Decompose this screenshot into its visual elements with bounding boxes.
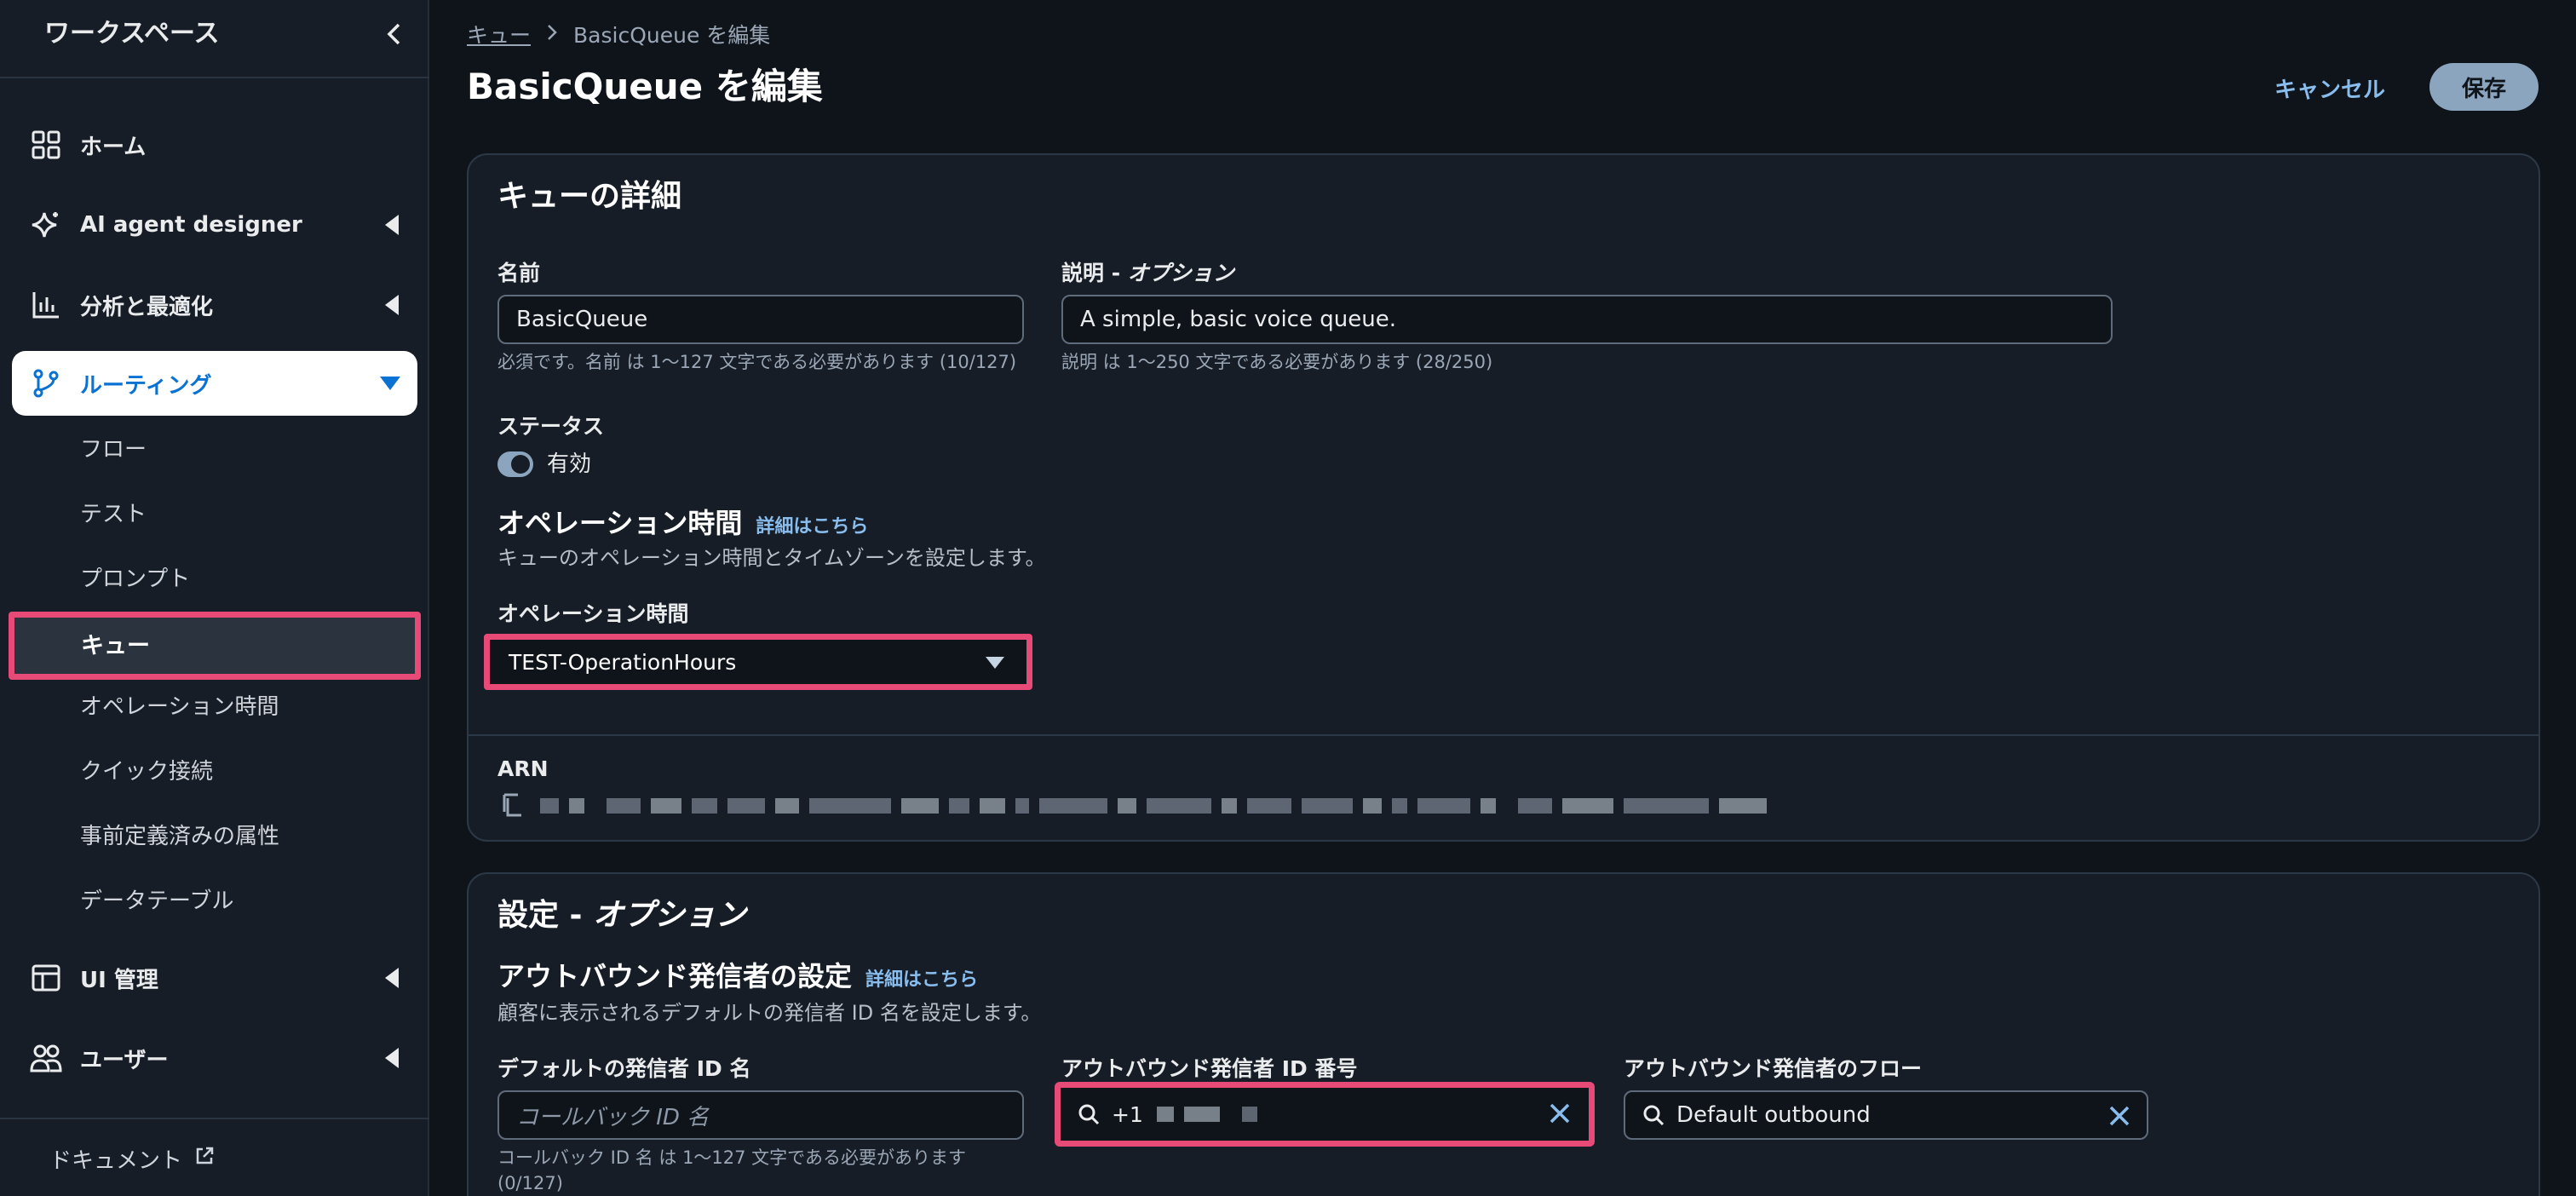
breadcrumb-queues-link[interactable]: キュー <box>467 19 531 49</box>
sparkle-icon <box>29 208 63 242</box>
chevron-right-icon <box>546 22 558 47</box>
settings-heading: 設定 - オプション <box>497 898 747 933</box>
cancel-button[interactable]: キャンセル <box>2266 66 2394 109</box>
sidebar-item-label: ユーザー <box>80 1047 169 1073</box>
chevron-left-icon <box>387 23 400 45</box>
clear-icon[interactable] <box>2107 1104 2131 1134</box>
caret-left-icon <box>385 968 399 988</box>
sidebar-item-label: ホーム <box>80 134 147 160</box>
documentation-link[interactable]: ドキュメント <box>49 1141 215 1176</box>
grid-icon <box>29 128 63 162</box>
caller-number-input[interactable]: +1 <box>1055 1082 1595 1147</box>
outbound-description: 顧客に表示されるデフォルトの発信者 ID 名を設定します。 <box>497 1001 1042 1025</box>
name-input[interactable]: BasicQueue <box>497 295 1024 344</box>
sidebar-divider <box>0 77 429 78</box>
hours-info-link[interactable]: 詳細はこちら <box>756 516 868 538</box>
sidebar-subitem-predefined-attributes[interactable]: 事前定義済みの属性 <box>80 819 279 854</box>
caller-number-value: +1 <box>1112 1101 1143 1127</box>
caret-down-icon <box>986 657 1004 669</box>
caller-name-label: デフォルトの発信者 ID 名 <box>497 1056 751 1081</box>
sidebar-item-ui-management[interactable]: UI 管理 <box>12 946 417 1010</box>
documentation-label: ドキュメント <box>49 1147 183 1174</box>
status-label: ステータス <box>497 414 605 439</box>
sidebar-subitem-data-tables[interactable]: データテーブル <box>80 884 233 918</box>
hours-select-value: TEST-OperationHours <box>509 650 737 675</box>
sidebar-item-ai-agent-designer[interactable]: AI agent designer <box>12 193 417 257</box>
sidebar-item-users[interactable]: ユーザー <box>12 1026 417 1090</box>
users-icon <box>29 1041 63 1075</box>
caller-flow-input[interactable]: Default outbound <box>1624 1090 2148 1140</box>
sidebar-subitem-prompts[interactable]: プロンプト <box>80 562 190 596</box>
status-toggle-label: 有効 <box>547 451 592 477</box>
hours-heading: オペレーション時間 詳細はこちら <box>497 507 869 539</box>
sidebar-divider <box>0 1118 429 1119</box>
status-toggle[interactable] <box>497 451 533 477</box>
section-divider <box>467 734 2540 736</box>
sidebar-title: ワークスペース <box>44 19 220 49</box>
caller-flow-value: Default outbound <box>1676 1102 1871 1128</box>
queue-details-panel <box>467 153 2540 842</box>
page-title: BasicQueue を編集 <box>467 66 823 107</box>
sidebar-item-routing[interactable]: ルーティング <box>12 351 417 416</box>
sidebar-subitem-hours[interactable]: オペレーション時間 <box>80 690 279 724</box>
name-label: 名前 <box>497 261 541 285</box>
caret-down-icon <box>380 377 400 390</box>
outbound-info-link[interactable]: 詳細はこちら <box>865 969 978 991</box>
bar-chart-icon <box>29 288 63 322</box>
sidebar-item-home[interactable]: ホーム <box>12 112 417 177</box>
sidebar: ワークスペース ホーム AI agent designer 分析と最適化 ルーテ… <box>0 0 429 1196</box>
branch-icon <box>29 366 63 400</box>
caller-flow-label: アウトバウンド発信者のフロー <box>1624 1056 1923 1081</box>
hours-select[interactable]: TEST-OperationHours <box>484 634 1032 690</box>
sidebar-header: ワークスペース <box>44 17 411 51</box>
arn-value-redacted <box>503 791 1777 821</box>
outbound-heading: アウトバウンド発信者の設定 詳細はこちら <box>497 960 979 992</box>
name-input-value: BasicQueue <box>516 307 648 332</box>
sidebar-subitem-quick-connects[interactable]: クイック接続 <box>80 755 213 789</box>
caret-left-icon <box>385 295 399 315</box>
collapse-sidebar-button[interactable] <box>377 17 411 51</box>
caller-name-input[interactable]: コールバック ID 名 <box>497 1090 1024 1140</box>
save-button[interactable]: 保存 <box>2429 63 2539 111</box>
sidebar-subitem-flows[interactable]: フロー <box>80 433 147 467</box>
sidebar-subitem-queues[interactable]: キュー <box>9 612 421 680</box>
caller-name-hint: コールバック ID 名 は 1〜127 文字である必要があります (0/127) <box>497 1147 966 1193</box>
sidebar-item-label: 分析と最適化 <box>80 294 214 320</box>
description-hint: 説明 は 1〜250 文字である必要があります (28/250) <box>1061 352 1493 372</box>
breadcrumb-current: BasicQueue を編集 <box>573 23 771 48</box>
copy-icon[interactable] <box>503 791 526 820</box>
description-input[interactable]: A simple, basic voice queue. <box>1061 295 2113 344</box>
hours-description: キューのオペレーション時間とタイムゾーンを設定します。 <box>497 546 1046 570</box>
layout-icon <box>29 961 63 995</box>
sidebar-item-analytics[interactable]: 分析と最適化 <box>12 273 417 337</box>
caller-name-placeholder: コールバック ID 名 <box>516 1104 710 1130</box>
breadcrumb: キュー BasicQueue を編集 <box>467 17 770 51</box>
queue-details-heading: キューの詳細 <box>497 179 682 214</box>
arn-label: ARN <box>497 756 549 781</box>
hours-field-label: オペレーション時間 <box>497 601 689 626</box>
sidebar-item-label: ルーティング <box>80 372 212 399</box>
sidebar-item-label: AI agent designer <box>80 212 302 238</box>
search-icon <box>1642 1104 1665 1126</box>
external-link-icon <box>194 1146 215 1172</box>
search-icon <box>1078 1103 1100 1125</box>
sidebar-subitem-test[interactable]: テスト <box>80 497 147 532</box>
sidebar-subitem-label: キュー <box>81 633 150 659</box>
name-hint: 必須です。名前 は 1〜127 文字である必要があります (10/127) <box>497 352 1017 372</box>
description-label: 説明 - オプション <box>1061 261 1234 285</box>
sidebar-item-label: UI 管理 <box>80 967 158 993</box>
caller-number-label: アウトバウンド発信者 ID 番号 <box>1061 1056 1358 1081</box>
caret-left-icon <box>385 1048 399 1068</box>
caret-left-icon <box>385 215 399 235</box>
description-input-value: A simple, basic voice queue. <box>1080 307 1396 332</box>
clear-icon[interactable] <box>1548 1101 1572 1129</box>
